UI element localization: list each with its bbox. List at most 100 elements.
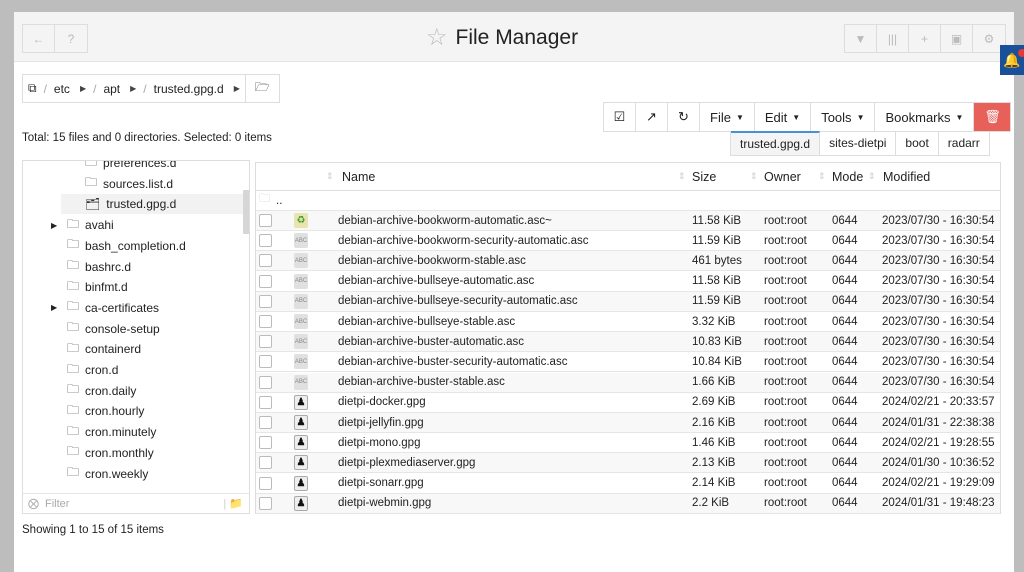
tree-filter[interactable]: ⨂ Filter | 📁: [22, 493, 250, 514]
table-row[interactable]: ABC debian-archive-bookworm-security-auto…: [256, 231, 1000, 252]
tools-menu-button[interactable]: Tools ▼: [811, 103, 876, 131]
edit-menu-button[interactable]: Edit ▼: [755, 103, 812, 131]
plus-icon[interactable]: +: [909, 25, 941, 52]
bookmarks-menu-button[interactable]: Bookmarks ▼: [875, 103, 975, 131]
table-row[interactable]: ABC debian-archive-buster-stable.asc 1.66 …: [256, 372, 1000, 393]
expand-arrow-icon[interactable]: ▶: [51, 221, 57, 230]
tab-boot[interactable]: boot: [896, 131, 939, 155]
file-name[interactable]: debian-archive-bullseye-stable.asc: [338, 316, 515, 328]
file-name[interactable]: dietpi-webmin.gpg: [338, 497, 431, 509]
col-name[interactable]: Name: [342, 170, 375, 184]
tree-item[interactable]: 🗀 console-setup: [67, 319, 160, 339]
table-row[interactable]: ♟ dietpi-mono.gpg 1.46 KiB root:root 0644 202…: [256, 433, 1000, 454]
tree-item[interactable]: 🗀 preferences.d: [85, 161, 176, 173]
tab-trusted-gpg-d[interactable]: trusted.gpg.d: [731, 131, 821, 155]
breadcrumb-apt[interactable]: apt: [98, 82, 125, 96]
col-owner[interactable]: Owner: [764, 170, 801, 184]
trash-icon[interactable]: 🗑: [974, 103, 1011, 131]
tree-item[interactable]: ▶ 🗀 avahi: [51, 215, 114, 235]
tree-item[interactable]: 🗀 cron.hourly: [67, 401, 144, 421]
tree-item[interactable]: 🗀 cron.daily: [67, 381, 136, 401]
file-name[interactable]: debian-archive-buster-stable.asc: [338, 376, 505, 388]
col-mode[interactable]: Mode: [832, 170, 863, 184]
tab-sites-dietpi[interactable]: sites-dietpi: [820, 131, 897, 155]
row-checkbox[interactable]: [259, 214, 272, 227]
file-name[interactable]: debian-archive-buster-security-automatic…: [338, 356, 567, 368]
row-checkbox[interactable]: [259, 436, 272, 450]
filter-input[interactable]: Filter: [45, 498, 69, 510]
notification-bell-icon[interactable]: 🔔: [1000, 45, 1024, 75]
col-size[interactable]: Size: [692, 170, 716, 184]
folder-icon: 🗀: [67, 465, 80, 479]
file-name[interactable]: dietpi-sonarr.gpg: [338, 477, 424, 489]
tree-item[interactable]: 🗀 cron.minutely: [67, 422, 156, 442]
table-row[interactable]: ABC debian-archive-bullseye-stable.asc 3.3…: [256, 312, 1000, 332]
text-file-icon: ABC: [294, 334, 308, 350]
select-all-icon[interactable]: ☑: [604, 103, 636, 131]
parent-dir-row[interactable]: 🗀 ..: [256, 191, 1000, 211]
tree-scrollbar[interactable]: [243, 190, 249, 234]
table-row[interactable]: ABC debian-archive-buster-automatic.asc 10…: [256, 332, 1000, 353]
table-row[interactable]: ♟ dietpi-webmin.gpg 2.2 KiB root:root 0644 20…: [256, 493, 1000, 514]
row-checkbox[interactable]: [259, 294, 272, 308]
table-row[interactable]: ♟ dietpi-sonarr.gpg 2.14 KiB root:root 0644 2…: [256, 474, 1000, 494]
file-name[interactable]: debian-archive-bookworm-security-automat…: [338, 235, 589, 247]
tree-item[interactable]: 🗀 containerd: [67, 339, 141, 359]
row-checkbox[interactable]: [259, 375, 272, 389]
file-name[interactable]: dietpi-docker.gpg: [338, 396, 426, 408]
file-menu-button[interactable]: File ▼: [700, 103, 755, 131]
file-name[interactable]: debian-archive-bullseye-security-automat…: [338, 295, 578, 307]
tree-item[interactable]: 🗀 bash_completion.d: [67, 236, 186, 256]
table-row[interactable]: ABC debian-archive-buster-security-automa…: [256, 352, 1000, 373]
tree-item[interactable]: 🗀 binfmt.d: [67, 277, 128, 297]
row-checkbox[interactable]: [259, 355, 272, 369]
tree-item[interactable]: 🗀 bashrc.d: [67, 257, 131, 277]
row-checkbox[interactable]: [259, 476, 272, 490]
root-copy-icon[interactable]: ⧉: [23, 81, 42, 96]
row-checkbox[interactable]: [259, 274, 272, 288]
table-row[interactable]: ABC debian-archive-bullseye-automatic.asc…: [256, 272, 1000, 292]
row-checkbox[interactable]: [259, 234, 272, 248]
row-checkbox[interactable]: [259, 456, 272, 470]
table-row[interactable]: ABC debian-archive-bullseye-security-auto…: [256, 291, 1000, 312]
row-checkbox[interactable]: [259, 416, 272, 429]
tree-item[interactable]: ▶ 🗀 ca-certificates: [51, 298, 159, 318]
row-checkbox[interactable]: [259, 315, 272, 328]
tree-item[interactable]: 🗀 cron.weekly: [67, 464, 148, 484]
table-row[interactable]: ♟ dietpi-docker.gpg 2.69 KiB root:root 0644 2…: [256, 393, 1000, 413]
table-row[interactable]: ♟ dietpi-jellyfin.gpg 2.16 KiB root:root 064…: [256, 413, 1000, 433]
refresh-icon[interactable]: ↻: [668, 103, 700, 131]
tree-item[interactable]: 🗀 sources.list.d: [85, 174, 173, 194]
row-checkbox[interactable]: [259, 335, 272, 349]
open-folder-icon[interactable]: 🗁: [244, 75, 279, 102]
col-modified[interactable]: Modified: [883, 170, 930, 184]
table-row[interactable]: ♟ dietpi-plexmediaserver.gpg 2.13 KiB root:…: [256, 453, 1000, 474]
tab-radarr[interactable]: radarr: [939, 131, 989, 155]
breadcrumb-trusted[interactable]: trusted.gpg.d: [149, 82, 229, 96]
row-checkbox[interactable]: [259, 496, 272, 510]
file-name[interactable]: dietpi-mono.gpg: [338, 437, 420, 449]
help-icon[interactable]: ?: [55, 25, 87, 52]
file-name[interactable]: dietpi-jellyfin.gpg: [338, 417, 424, 429]
tree-item[interactable]: 🗀 cron.d: [67, 360, 118, 380]
share-icon[interactable]: ↗: [636, 103, 668, 131]
row-checkbox[interactable]: [259, 254, 272, 268]
file-name[interactable]: dietpi-plexmediaserver.gpg: [338, 457, 475, 469]
file-name[interactable]: debian-archive-bookworm-stable.asc: [338, 255, 526, 267]
file-name[interactable]: debian-archive-bookworm-automatic.asc~: [338, 215, 552, 227]
row-checkbox[interactable]: [259, 395, 272, 409]
expand-arrow-icon[interactable]: ▶: [51, 303, 57, 312]
clear-icon[interactable]: ⨂: [28, 497, 39, 510]
file-name[interactable]: debian-archive-buster-automatic.asc: [338, 336, 524, 348]
breadcrumb-etc[interactable]: etc: [49, 82, 75, 96]
star-icon[interactable]: ☆: [426, 23, 448, 52]
file-name[interactable]: debian-archive-bullseye-automatic.asc: [338, 275, 534, 287]
back-arrow-icon[interactable]: ←: [23, 25, 55, 52]
columns-icon[interactable]: |||: [877, 25, 909, 52]
tree-item[interactable]: 🗂 trusted.gpg.d: [61, 194, 243, 215]
tree-item[interactable]: 🗀 cron.monthly: [67, 443, 154, 463]
table-row[interactable]: ♻ debian-archive-bookworm-automatic.asc~ 1…: [256, 211, 1000, 231]
terminal-icon[interactable]: ▣: [941, 25, 973, 52]
table-row[interactable]: ABC debian-archive-bookworm-stable.asc 461…: [256, 251, 1000, 272]
filter-icon[interactable]: ▼: [845, 25, 877, 52]
